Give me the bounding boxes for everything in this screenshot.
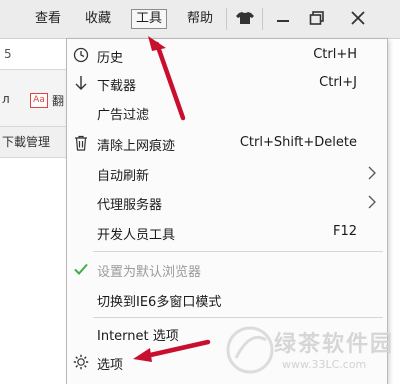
menu-item-label: 开发人员工具 (97, 228, 176, 243)
menu-item-switch-ie6[interactable]: 切换到IE6多窗口模式 (67, 287, 387, 311)
watermark: 绿茶软件园 www.33LC.com (222, 320, 398, 382)
menu-bar: 查看 收藏 工具 帮助 (0, 0, 400, 39)
watermark-url: www.33LC.com (282, 358, 367, 371)
menu-item-shortcut: Ctrl+Shift+Delete (239, 135, 357, 150)
menu-item-ad-filter[interactable]: 广告过滤 (67, 100, 387, 124)
chevron-right-icon (368, 166, 376, 180)
menu-item-label: Internet 选项 (97, 329, 179, 344)
menu-item-label: 选项 (97, 358, 124, 373)
menu-divider (93, 317, 383, 318)
menu-item-shortcut: Ctrl+H (313, 47, 357, 62)
minimize-button[interactable] (268, 7, 298, 31)
close-icon (351, 11, 365, 25)
menu-view[interactable]: 查看 (32, 10, 64, 28)
menu-item-label: 自动刷新 (97, 169, 150, 184)
gear-icon (73, 354, 89, 370)
menubar-divider (262, 8, 263, 30)
trash-icon (75, 135, 87, 151)
menubar-divider (226, 8, 227, 30)
favorites-bar-text: л (2, 92, 10, 106)
menu-item-downloader[interactable]: 下载器 Ctrl+J (67, 71, 387, 95)
menu-help[interactable]: 帮助 (184, 10, 216, 28)
menu-item-label: 清除上网痕迹 (97, 139, 176, 154)
menu-item-developer-tools[interactable]: 开发人员工具 F12 (67, 220, 387, 244)
menu-item-shortcut: Ctrl+J (319, 75, 357, 90)
chevron-right-icon (368, 195, 376, 209)
skin-button[interactable] (230, 7, 260, 31)
menu-item-label: 切换到IE6多窗口模式 (97, 295, 222, 310)
menu-item-label: 代理服务器 (97, 198, 163, 213)
menu-item-label: 广告过滤 (97, 108, 150, 123)
watermark-logo-icon (226, 326, 274, 374)
address-bar-fragment: 5 (0, 39, 66, 70)
close-button[interactable] (343, 7, 373, 31)
tab-strip-fragment: 下載管理 (0, 126, 66, 158)
download-arrow-icon (75, 76, 87, 90)
download-manager-tab[interactable]: 下載管理 (2, 133, 50, 150)
translate-badge-icon[interactable]: Aa (30, 93, 48, 108)
menu-item-shortcut: F12 (332, 224, 357, 239)
restore-icon (309, 11, 324, 25)
menu-item-label: 下载器 (97, 79, 137, 94)
minimize-icon (277, 20, 289, 22)
menu-divider (93, 251, 383, 252)
address-bar-text: 5 (4, 47, 12, 61)
menu-item-proxy-server[interactable]: 代理服务器 (67, 190, 387, 214)
menu-tools[interactable]: 工具 (131, 9, 167, 29)
menu-item-history[interactable]: 历史 Ctrl+H (67, 43, 387, 67)
menu-item-label: 设置为默认浏览器 (97, 265, 202, 280)
checkmark-icon (74, 263, 88, 275)
favorites-bar-item[interactable]: 翻 (52, 92, 64, 109)
menu-item-label: 历史 (97, 51, 124, 66)
watermark-text: 绿茶软件园 (274, 332, 395, 357)
menu-item-set-default-browser: 设置为默认浏览器 (67, 257, 387, 281)
clock-icon (73, 47, 89, 63)
shirt-icon (236, 12, 254, 24)
menu-favorites[interactable]: 收藏 (82, 10, 114, 28)
restore-button[interactable] (302, 7, 332, 31)
menu-item-clear-history[interactable]: 清除上网痕迹 Ctrl+Shift+Delete (67, 131, 387, 155)
menu-item-auto-refresh[interactable]: 自动刷新 (67, 161, 387, 185)
